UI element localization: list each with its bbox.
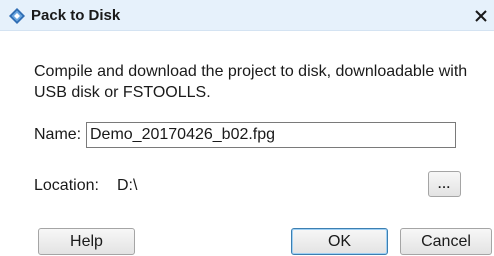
name-label: Name: — [34, 126, 82, 143]
title-bar[interactable]: Pack to Disk — [0, 0, 494, 31]
browse-button[interactable]: ... — [428, 171, 461, 197]
help-button[interactable]: Help — [38, 228, 135, 255]
name-input[interactable] — [86, 122, 456, 148]
dialog-title: Pack to Disk — [31, 7, 121, 24]
location-label: Location: — [34, 177, 99, 194]
ok-button[interactable]: OK — [291, 228, 388, 255]
close-icon[interactable] — [471, 6, 491, 26]
pack-to-disk-dialog: Pack to Disk Compile and download the pr… — [0, 0, 494, 256]
location-value: D:\ — [117, 177, 138, 194]
dialog-description: Compile and download the project to disk… — [34, 63, 468, 101]
diamond-app-icon — [9, 8, 25, 24]
cancel-button[interactable]: Cancel — [400, 228, 492, 255]
